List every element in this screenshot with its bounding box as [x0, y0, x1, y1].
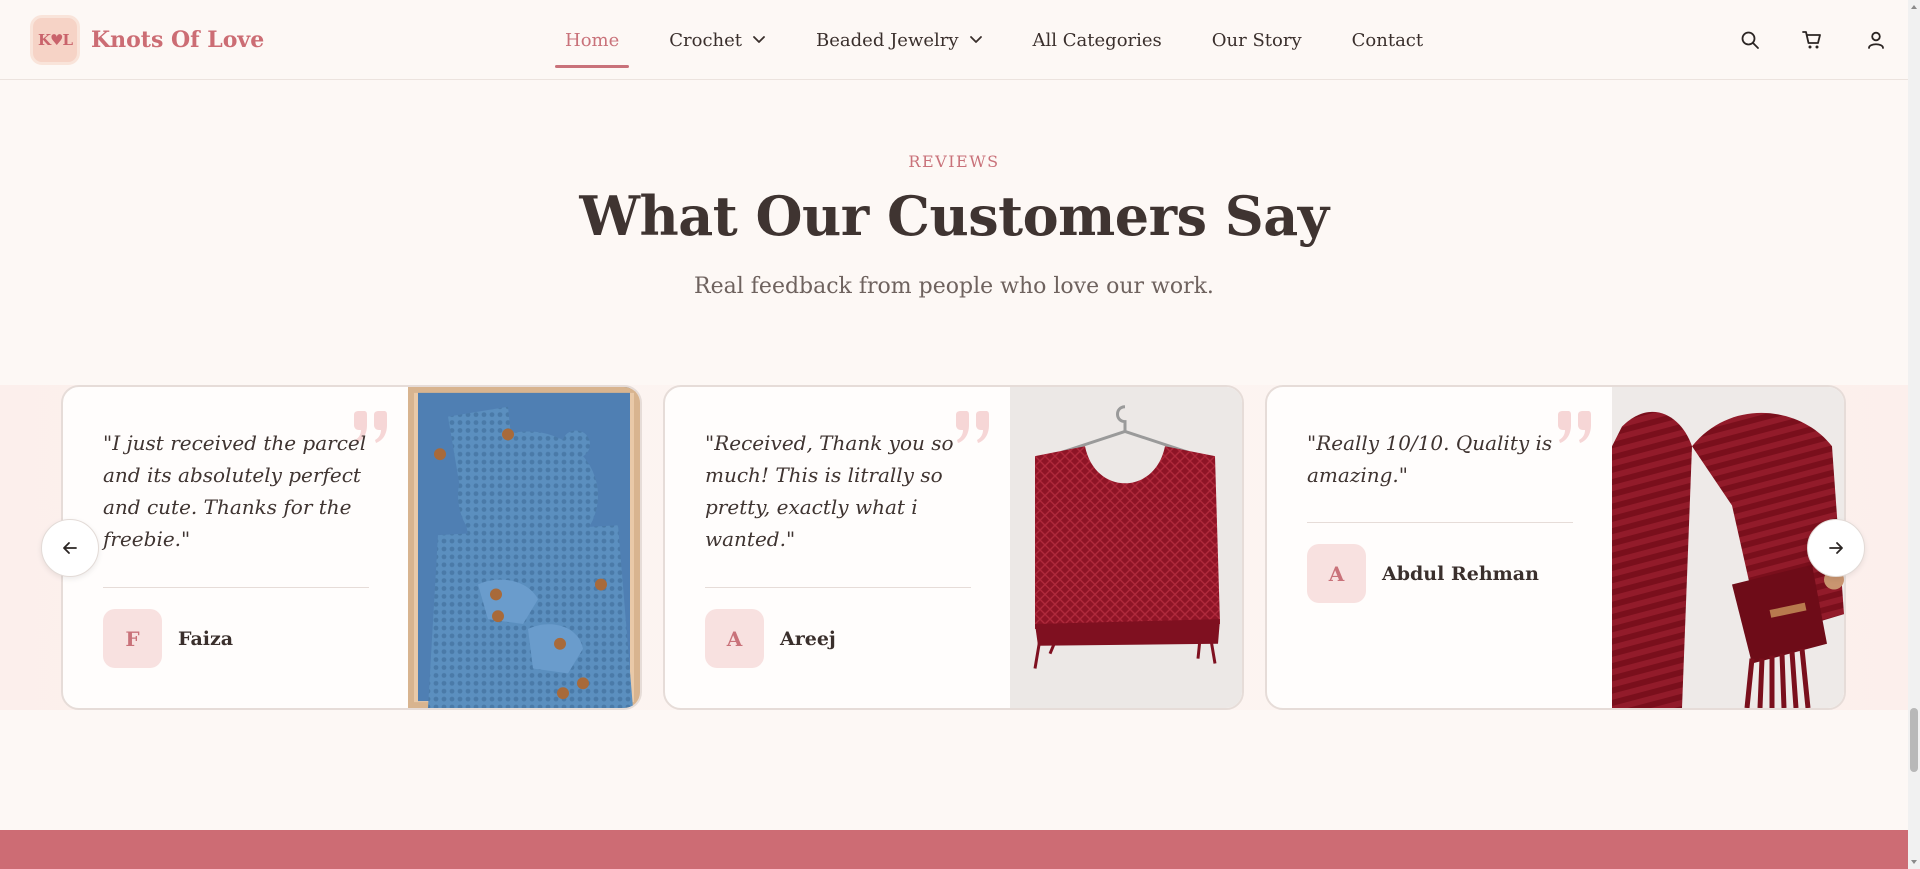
avatar: F: [103, 609, 162, 668]
nav-crochet-label: Crochet: [669, 29, 743, 51]
cart-icon[interactable]: [1800, 28, 1824, 52]
review-quote: "Really 10/10. Quality is amazing.": [1307, 431, 1553, 487]
review-text-block: "Really 10/10. Quality is amazing.": [1307, 427, 1587, 491]
nav-all-categories-label: All Categories: [1032, 29, 1162, 51]
section-subtitle: Real feedback from people who love our w…: [694, 274, 1214, 299]
review-divider: [1307, 522, 1573, 523]
footer-band: [0, 830, 1908, 869]
review-author: F Faiza: [103, 609, 233, 668]
main-nav: Home Crochet Beaded Jewelry All Categori…: [555, 0, 1473, 80]
review-author: A Areej: [705, 609, 836, 668]
nav-contact[interactable]: Contact: [1352, 0, 1423, 80]
review-text-block: "Received, Thank you so much! This is li…: [705, 427, 985, 555]
search-icon[interactable]: [1738, 28, 1762, 52]
review-photo: [408, 387, 640, 708]
author-name: Abdul Rehman: [1382, 562, 1539, 585]
review-divider: [103, 587, 369, 588]
review-author: A Abdul Rehman: [1307, 544, 1539, 603]
nav-home[interactable]: Home: [555, 0, 630, 80]
arrow-left-icon: [63, 542, 77, 554]
review-quote: "Received, Thank you so much! This is li…: [705, 431, 954, 551]
author-name: Areej: [780, 627, 836, 650]
avatar: A: [1307, 544, 1366, 603]
brand-logo[interactable]: K♥L: [30, 15, 80, 65]
review-divider: [705, 587, 971, 588]
review-card: "I just received the parcel and its abso…: [61, 385, 642, 710]
arrow-right-icon: [1829, 542, 1843, 554]
site-header: K♥L Knots Of Love Home Crochet Beaded Je…: [0, 0, 1908, 80]
author-name: Faiza: [178, 627, 234, 650]
nav-beaded-jewelry[interactable]: Beaded Jewelry: [816, 0, 983, 80]
review-quote: "I just received the parcel and its abso…: [103, 431, 367, 551]
review-text-block: "I just received the parcel and its abso…: [103, 427, 383, 555]
scroll-down-icon[interactable]: [1910, 858, 1918, 866]
nav-all-categories[interactable]: All Categories: [1033, 0, 1162, 80]
chevron-down-icon: [969, 35, 983, 45]
section-title: What Our Customers Say: [579, 184, 1329, 248]
brand[interactable]: K♥L Knots Of Love: [30, 15, 264, 65]
nav-our-story-label: Our Story: [1211, 29, 1302, 51]
nav-beaded-jewelry-label: Beaded Jewelry: [816, 29, 959, 51]
brand-name[interactable]: Knots Of Love: [91, 27, 264, 53]
scroll-up-icon[interactable]: [1910, 3, 1918, 11]
review-photo: [1010, 387, 1242, 708]
carousel-next-button[interactable]: [1807, 519, 1865, 577]
nav-crochet[interactable]: Crochet: [669, 0, 766, 80]
user-icon[interactable]: [1864, 28, 1888, 52]
review-card: "Received, Thank you so much! This is li…: [663, 385, 1244, 710]
nav-our-story[interactable]: Our Story: [1212, 0, 1302, 80]
avatar: A: [705, 609, 764, 668]
scroll-thumb[interactable]: [1910, 708, 1918, 772]
page-scrollbar[interactable]: [1908, 0, 1920, 869]
carousel-prev-button[interactable]: [41, 519, 99, 577]
chevron-down-icon: [752, 35, 766, 45]
nav-home-label: Home: [565, 29, 620, 51]
review-card: "Really 10/10. Quality is amazing." A Ab…: [1265, 385, 1846, 710]
nav-contact-label: Contact: [1351, 29, 1424, 51]
section-eyebrow: REVIEWS: [908, 152, 1000, 171]
header-actions: [1738, 0, 1888, 80]
